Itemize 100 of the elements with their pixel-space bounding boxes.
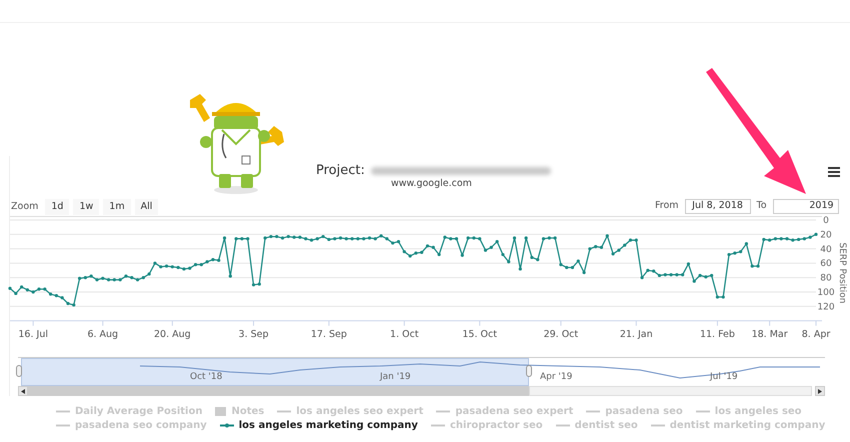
y-axis-label: 40 [820, 244, 832, 255]
data-point [542, 237, 546, 240]
data-point [692, 280, 696, 283]
data-point [78, 276, 82, 280]
data-point [164, 264, 168, 268]
data-point [414, 252, 418, 255]
data-point [576, 259, 580, 263]
x-axis-label: 11. Feb [700, 329, 735, 339]
legend-line-icon [586, 409, 600, 414]
y-axis-label: 100 [817, 288, 835, 298]
data-point [182, 267, 186, 271]
data-point [292, 236, 296, 239]
data-point [797, 238, 800, 242]
data-point [106, 278, 110, 282]
data-point [454, 237, 458, 240]
x-axis-label: 18. Mar [752, 329, 788, 339]
y-axis-label: 60 [820, 259, 832, 270]
data-point [780, 237, 783, 240]
data-point [402, 250, 406, 254]
data-point [304, 237, 308, 240]
data-point [466, 236, 470, 240]
data-point [472, 236, 476, 240]
data-point [675, 273, 678, 276]
data-point [582, 270, 586, 274]
data-point [785, 237, 789, 240]
data-point [716, 295, 720, 299]
data-point [559, 263, 562, 266]
data-point [14, 292, 18, 296]
data-point [681, 273, 684, 276]
x-axis-label: 8. Apr [802, 329, 830, 339]
data-point [188, 266, 192, 270]
data-point [530, 256, 534, 260]
navigator-axis-label: Jul '19 [710, 371, 738, 384]
data-point [512, 236, 516, 240]
legend-line-icon [277, 409, 292, 414]
data-point [338, 236, 342, 240]
data-point [710, 274, 714, 278]
data-point [762, 238, 766, 242]
data-point [362, 237, 366, 240]
data-point [739, 250, 742, 254]
data-point [611, 252, 615, 256]
data-point [368, 236, 372, 240]
legend-line-icon [696, 409, 710, 414]
data-point [333, 237, 336, 240]
data-point [37, 288, 41, 291]
legend-item[interactable]: los angeles marketing company [220, 420, 418, 431]
data-point [664, 273, 667, 276]
data-point [600, 246, 604, 249]
data-point [750, 264, 754, 268]
data-point [310, 238, 314, 242]
data-point [20, 285, 24, 289]
data-point [176, 266, 180, 270]
data-point [628, 238, 632, 242]
navigator-handle[interactable] [526, 365, 532, 377]
x-axis-label: 20. Aug [154, 329, 191, 339]
zoom-button[interactable]: All [134, 199, 158, 215]
scroll-left-button[interactable] [18, 386, 28, 396]
x-axis-label: 16. Jul [18, 329, 48, 339]
data-point [84, 276, 87, 280]
data-point [240, 237, 244, 240]
from-date-field[interactable]: Jul 8, 2018 [684, 199, 751, 214]
x-axis-label: 17. Sep [310, 329, 347, 339]
data-point [617, 248, 620, 252]
legend-line-icon [556, 423, 570, 428]
data-point [49, 292, 52, 296]
data-point [344, 237, 348, 240]
y-axis-title: SERP Position [837, 242, 847, 304]
data-point [194, 263, 198, 266]
data-point [791, 238, 794, 242]
data-point [275, 234, 278, 238]
data-point [426, 244, 430, 248]
scroll-right-button[interactable] [815, 386, 825, 396]
navigator-handle[interactable] [16, 365, 22, 377]
data-point [148, 272, 151, 276]
data-point [536, 258, 540, 262]
data-point [704, 275, 708, 278]
y-axis-label: 0 [823, 216, 829, 226]
data-point [264, 236, 267, 240]
data-point [60, 296, 64, 300]
scrollbar-thumb[interactable] [28, 386, 530, 396]
data-point [286, 234, 290, 238]
data-point [652, 270, 656, 273]
to-date-field[interactable]: 2019 [772, 199, 839, 214]
data-point [774, 237, 777, 240]
zoom-button[interactable]: 1m [103, 199, 131, 215]
legend-box-icon [215, 407, 226, 416]
to-label: To [756, 199, 767, 214]
data-point [623, 244, 626, 247]
data-point [217, 258, 220, 262]
zoom-button[interactable]: 1d [45, 199, 70, 215]
navigator-axis-label: Oct '18 [190, 371, 222, 384]
data-point [507, 260, 510, 264]
zoom-label: Zoom [11, 200, 38, 214]
zoom-button[interactable]: 1w [73, 199, 100, 215]
menu-icon[interactable] [828, 167, 840, 177]
data-point [90, 274, 93, 278]
y-axis-label: 80 [820, 274, 832, 284]
x-axis-label: 29. Oct [544, 329, 578, 339]
data-point [495, 240, 499, 244]
project-label: Project: [316, 162, 365, 180]
